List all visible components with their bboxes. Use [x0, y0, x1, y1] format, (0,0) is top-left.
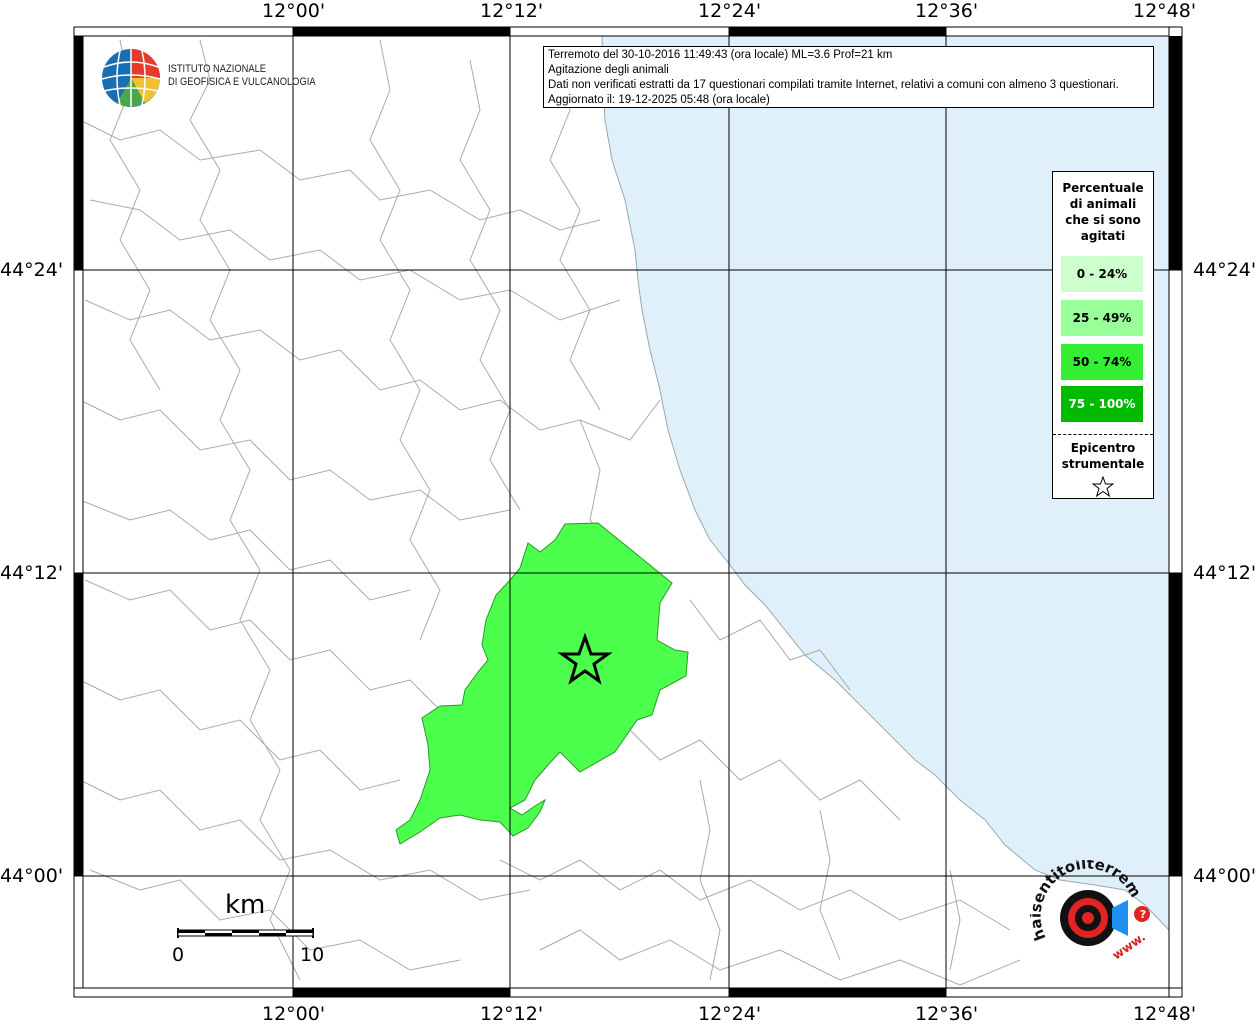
lon-label-bottom-5: 12°48': [1133, 1003, 1197, 1025]
lat-label-right-2: 44°12': [1193, 562, 1255, 584]
legend-title-line: che si sono: [1065, 213, 1141, 227]
legend-class-75-100: 75 - 100%: [1061, 386, 1143, 422]
data-note-line: Dati non verificati estratti da 17 quest…: [548, 79, 1119, 91]
event-info-box: Terremoto del 30-10-2016 11:49:43 (ora l…: [543, 46, 1154, 108]
lon-label-bottom-2: 12°12': [480, 1003, 544, 1025]
hsit-logo-icon: ? haisentitoilterremoto.it www.: [1030, 860, 1150, 963]
lat-label-right-1: 44°24': [1193, 259, 1255, 281]
hsit-www: www.: [1110, 930, 1148, 963]
legend-title-line: di animali: [1069, 197, 1137, 211]
logo-line-1: ISTITUTO NAZIONALE: [168, 63, 267, 75]
lon-label-top-4: 12°36': [915, 0, 979, 22]
legend-title: Percentuale di animali che si sono agita…: [1053, 180, 1153, 244]
legend-class-0-24: 0 - 24%: [1061, 256, 1143, 292]
scale-bar-graphic: [177, 928, 314, 938]
legend-class-50-74: 50 - 74%: [1061, 344, 1143, 380]
scale-max: 10: [300, 944, 325, 966]
legend-title-line: Percentuale: [1062, 181, 1144, 195]
ingv-logo-icon: [101, 49, 161, 107]
scale-min: 0: [172, 944, 185, 966]
legend-star-icon: [1092, 476, 1114, 498]
lon-label-top-1: 12°00': [262, 0, 326, 22]
svg-text:?: ?: [1140, 908, 1146, 921]
lon-label-bottom-3: 12°24': [698, 1003, 762, 1025]
lat-label-left-3: 44°00': [0, 865, 64, 887]
lat-label-right-3: 44°00': [1193, 865, 1255, 887]
legend-title-line: agitati: [1080, 229, 1126, 243]
event-line: Terremoto del 30-10-2016 11:49:43 (ora l…: [548, 49, 893, 61]
lon-label-bottom-1: 12°00': [262, 1003, 326, 1025]
logo-line-2: DI GEOFISICA E VULCANOLOGIA: [168, 76, 316, 88]
epicenter-line: Epicentro: [1070, 441, 1136, 455]
ingv-logo-text: ISTITUTO NAZIONALE DI GEOFISICA E VULCAN…: [168, 63, 316, 89]
lat-label-left-2: 44°12': [0, 562, 64, 584]
legend: Percentuale di animali che si sono agita…: [1052, 171, 1154, 499]
legend-divider: [1053, 434, 1153, 435]
lon-label-top-3: 12°24': [698, 0, 762, 22]
lon-label-top-5: 12°48': [1133, 0, 1197, 22]
epicenter-line: strumentale: [1061, 457, 1145, 471]
lon-label-top-2: 12°12': [480, 0, 544, 22]
lon-label-bottom-4: 12°36': [915, 1003, 979, 1025]
map-type-line: Agitazione degli animali: [548, 64, 669, 76]
legend-epicenter-label: Epicentro strumentale: [1053, 440, 1153, 472]
updated-line: Aggiornato il: 19-12-2025 05:48 (ora loc…: [548, 94, 770, 106]
legend-class-25-49: 25 - 49%: [1061, 300, 1143, 336]
lat-label-left-1: 44°24': [0, 259, 64, 281]
